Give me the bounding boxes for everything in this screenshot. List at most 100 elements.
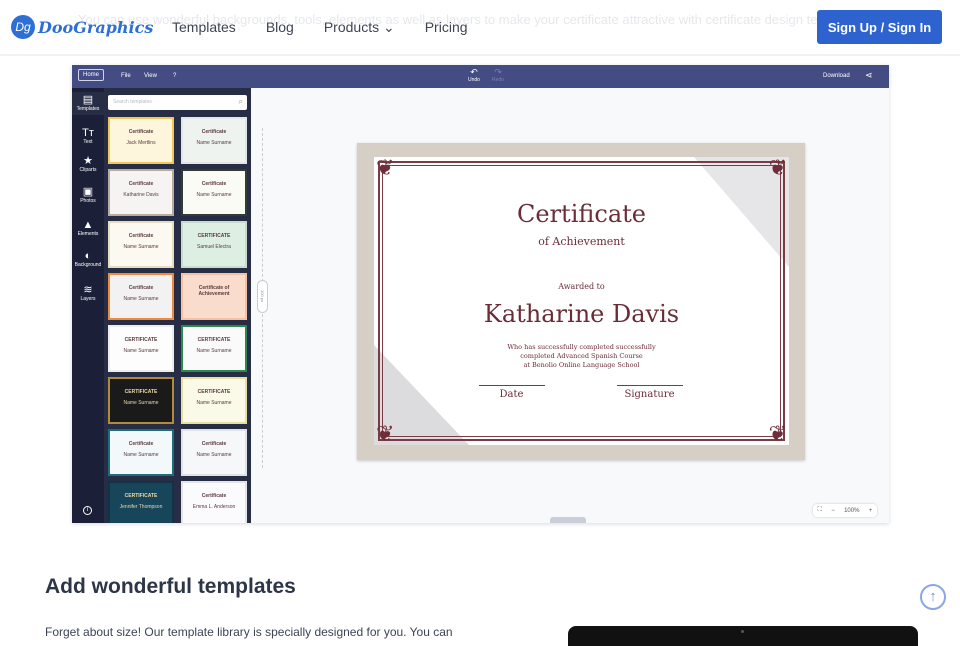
date-line <box>479 385 545 386</box>
rail-label: Cliparts <box>79 167 97 173</box>
template-title: Certificate of Achievement <box>198 285 230 297</box>
template-thumbnail[interactable]: Certificate Name Surname <box>108 429 174 476</box>
template-thumbnail[interactable]: CERTIFICATE Samuel Electra <box>181 221 247 268</box>
rail-label: Photos <box>80 198 96 204</box>
rail-item-photos[interactable]: ▣ Photos <box>72 184 104 207</box>
templates-panel: Search templates ⌕ Certificate Jack Mertli… <box>104 88 251 523</box>
home-button[interactable]: Home <box>78 69 105 81</box>
rail-label: Elements <box>77 231 99 237</box>
tool-rail: ▤ Templates Tт Text ★ Cliparts ▣ Photos ▲ Element… <box>72 88 104 523</box>
template-thumbnail[interactable]: Certificate Name Surname <box>181 429 247 476</box>
share-icon[interactable]: ⋖ <box>865 70 873 81</box>
rail-item-elements[interactable]: ▲ Elements <box>72 217 104 240</box>
nav-pricing[interactable]: Pricing <box>425 19 468 36</box>
template-thumbnail[interactable]: CERTIFICATE Name Surname <box>181 325 247 372</box>
template-name: Jack Mertlins <box>126 140 156 146</box>
rail-item-cliparts[interactable]: ★ Cliparts <box>72 153 104 176</box>
logo-text: DooGraphics <box>38 17 154 37</box>
template-thumbnail[interactable]: Certificate Katharine Davis <box>108 169 174 216</box>
template-thumbnail[interactable]: Certificate Name Surname <box>108 273 174 320</box>
fit-screen-icon[interactable]: ⛶ <box>818 507 822 514</box>
template-title: CERTIFICATE <box>124 389 158 395</box>
certificate-body-3[interactable]: at Benolio Online Language School <box>374 361 789 369</box>
zoom-in-button[interactable]: + <box>869 508 873 514</box>
template-title: Certificate <box>201 493 227 499</box>
template-name: Name Surname <box>196 140 232 146</box>
template-name: Katharine Davis <box>123 192 159 198</box>
menu-view[interactable]: View <box>144 73 157 79</box>
template-thumbnail[interactable]: Certificate Emma L. Anderson <box>181 481 247 523</box>
undo-button[interactable]: ↶ Undo <box>468 68 480 84</box>
logo[interactable]: Dg DooGraphics <box>11 15 153 39</box>
template-name: Name Surname <box>196 400 232 406</box>
template-thumbnail[interactable]: CERTIFICATE Name Surname <box>108 325 174 372</box>
template-thumbnail[interactable]: CERTIFICATE Name Surname <box>181 377 247 424</box>
template-name: Emma L. Anderson <box>192 504 236 510</box>
template-name: Samuel Electra <box>197 244 231 250</box>
nav-products[interactable]: Products ⌄ <box>324 19 395 36</box>
rail-item-templates[interactable]: ▤ Templates <box>72 92 104 115</box>
certificate-body-1[interactable]: Who has successfully completed successfu… <box>374 343 789 351</box>
redo-label: Redo <box>492 77 504 83</box>
template-name: Name Surname <box>196 452 232 458</box>
logo-icon: Dg <box>11 15 35 39</box>
redo-button[interactable]: ↷ Redo <box>492 67 504 84</box>
template-title: CERTIFICATE <box>124 337 158 343</box>
info-icon[interactable]: i <box>83 506 92 515</box>
rail-label: Templates <box>76 106 100 112</box>
zoom-level: 100% <box>844 507 860 514</box>
rail-item-text[interactable]: Tт Text <box>72 125 104 148</box>
rail-item-layers[interactable]: ≋ Layers <box>72 282 104 305</box>
arrow-up-icon: ↑ <box>929 588 937 605</box>
nav-products-label: Products <box>323 19 380 35</box>
search-placeholder: Search templates <box>113 99 152 105</box>
template-title: Certificate <box>201 441 227 447</box>
template-thumbnail[interactable]: Certificate Name Surname <box>181 117 247 164</box>
certificate-editor: Home File View ? ↶ Undo ↷ Redo Download ⋖ … <box>72 65 889 523</box>
template-title: Certificate <box>128 441 154 447</box>
signature-label[interactable]: Signature <box>442 389 789 400</box>
template-name: Name Surname <box>123 244 159 250</box>
template-title: Certificate <box>128 181 154 187</box>
certificate-body-2[interactable]: completed Advanced Spanish Course <box>374 352 789 360</box>
template-thumbnail[interactable]: Certificate Name Surname <box>108 221 174 268</box>
template-title: Certificate <box>128 129 154 135</box>
rail-label: Layers <box>80 296 96 302</box>
certificate-title[interactable]: Certificate <box>374 200 789 228</box>
template-thumbnail[interactable]: Certificate Name Surname <box>181 169 247 216</box>
signature-line <box>617 385 683 386</box>
cliparts-icon: ★ <box>83 155 93 167</box>
download-button[interactable]: Download <box>823 73 850 79</box>
template-title: CERTIFICATE <box>124 493 158 499</box>
template-thumbnail[interactable]: Certificate Jack Mertlins <box>108 117 174 164</box>
template-title: Certificate <box>201 181 227 187</box>
site-header: You can use wonderful backgrounds, tools… <box>0 0 960 56</box>
editor-toolbar: Home File View ? ↶ Undo ↷ Redo Download ⋖ <box>72 65 889 88</box>
template-thumbnail[interactable]: CERTIFICATE Name Surname <box>108 377 174 424</box>
menu-file[interactable]: File <box>121 73 131 79</box>
nav-templates[interactable]: Templates <box>172 19 236 36</box>
elements-icon: ▲ <box>82 219 94 231</box>
rail-item-background[interactable]: ◐ Background <box>72 248 104 271</box>
section-paragraph: Forget about size! Our template library … <box>45 625 453 639</box>
zoom-controls: ⛶ − 100% + <box>813 504 877 517</box>
ruler-handle[interactable]: 100 px <box>257 280 268 313</box>
scroll-to-top-button[interactable]: ↑ <box>920 584 946 610</box>
template-name: Name Surname <box>123 348 159 354</box>
nav-blog[interactable]: Blog <box>266 19 294 36</box>
template-title: Certificate <box>201 129 227 135</box>
zoom-out-button[interactable]: − <box>831 508 835 514</box>
search-templates-input[interactable]: Search templates ⌕ <box>108 95 247 110</box>
redo-icon: ↷ <box>494 67 502 77</box>
template-thumbnail[interactable]: Certificate of Achievement <box>181 273 247 320</box>
recipient-name[interactable]: Katharine Davis <box>374 300 789 328</box>
template-name: Name Surname <box>123 452 159 458</box>
awarded-to-label[interactable]: Awarded to <box>374 282 789 291</box>
menu-help[interactable]: ? <box>173 73 176 79</box>
certificate-canvas[interactable]: ❦ ❦ ❦ ❦ Certificate of Achievement Award… <box>357 143 805 460</box>
page-panel-toggle[interactable] <box>550 517 586 523</box>
template-title: CERTIFICATE <box>197 233 231 239</box>
template-thumbnail[interactable]: CERTIFICATE Jennifer Thompson <box>108 481 174 523</box>
sign-in-button[interactable]: Sign Up / Sign In <box>817 10 942 44</box>
certificate-subtitle[interactable]: of Achievement <box>374 235 789 248</box>
